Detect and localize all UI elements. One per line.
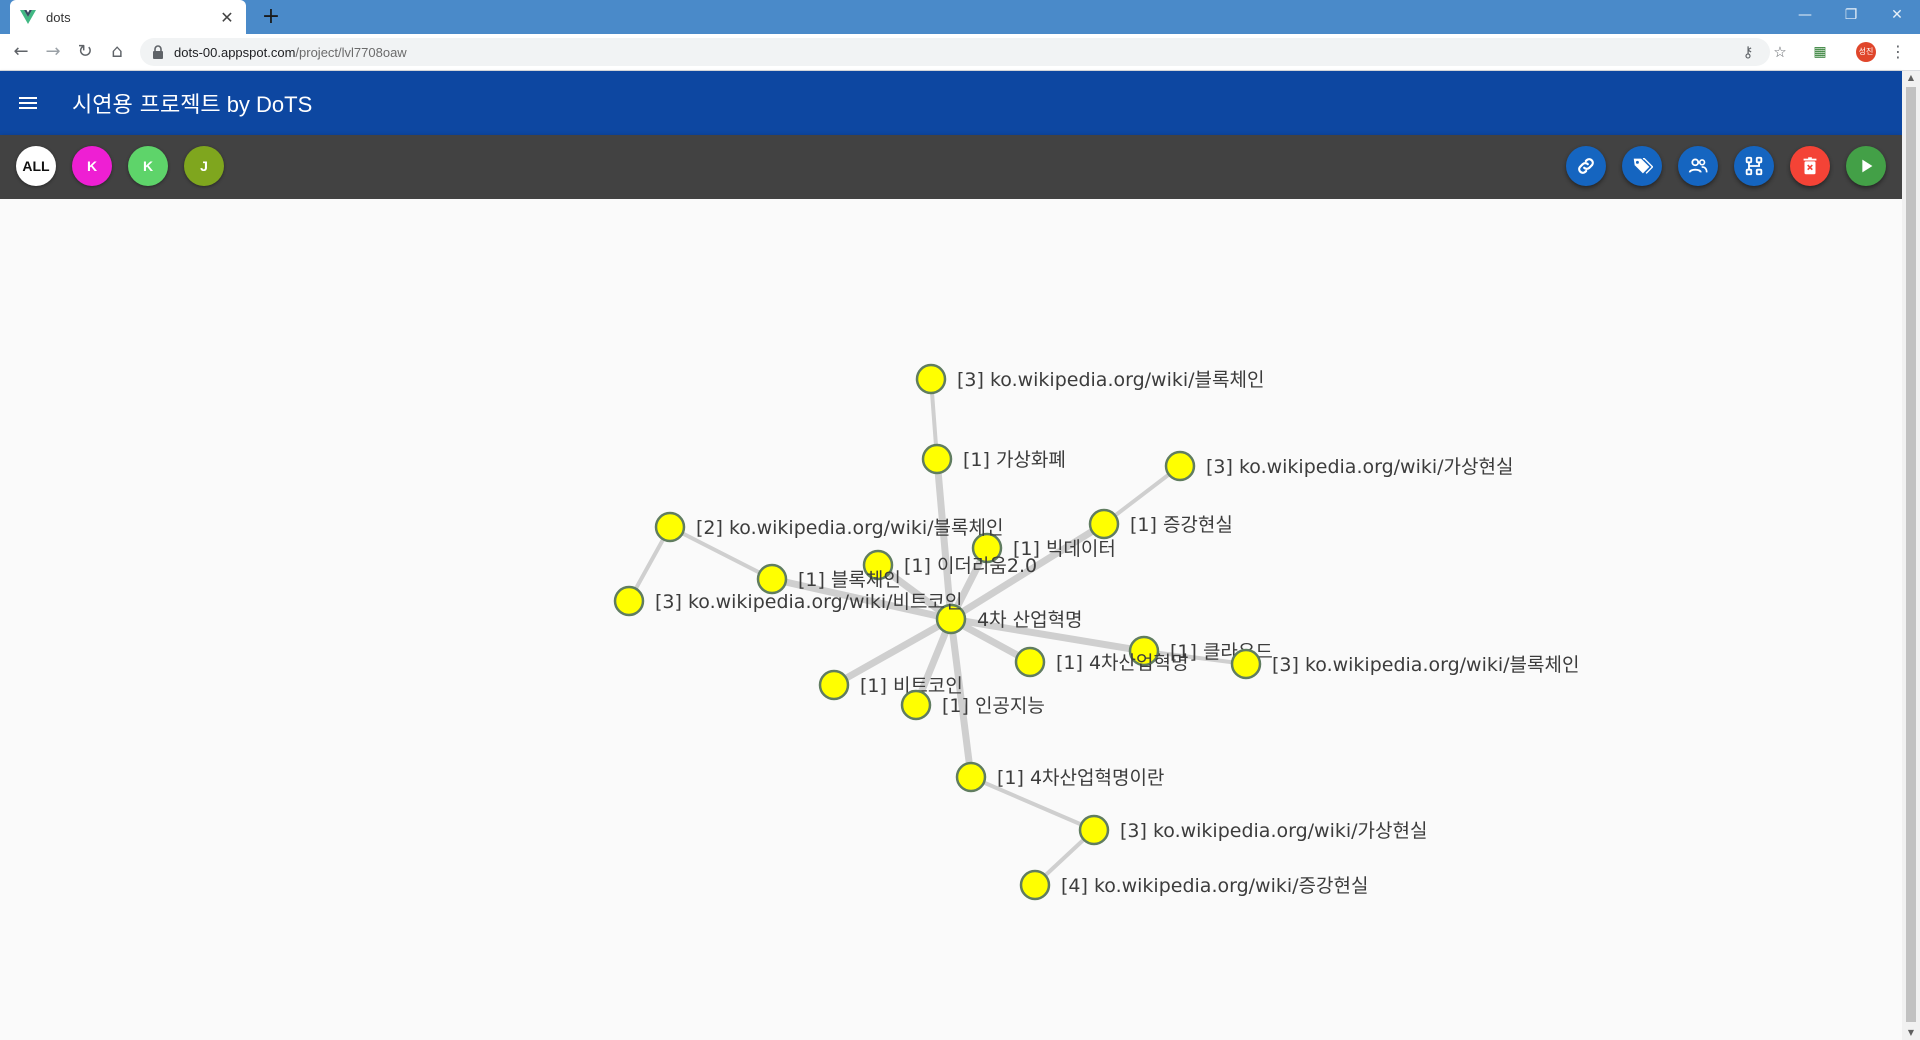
mindmap-canvas[interactable]: 4차 산업혁명 [1] 가상화폐 [3] ko.wikipedia.org/wiki… xyxy=(0,199,1902,1040)
graph-node[interactable]: [3] ko.wikipedia.org/wiki/블록체인 xyxy=(915,363,1264,395)
member-chip-k-2[interactable]: K xyxy=(128,146,168,186)
bookmark-star-icon[interactable]: ☆ xyxy=(1770,42,1790,62)
member-chip-j[interactable]: J xyxy=(184,146,224,186)
graph-node[interactable]: [1] 4차산업혁명이란 xyxy=(955,761,1164,793)
tag-icon xyxy=(1633,157,1653,174)
page-title: 시연용 프로젝트 by DoTS xyxy=(72,92,313,118)
node-circle[interactable] xyxy=(1014,646,1046,678)
node-circle[interactable] xyxy=(1078,814,1110,846)
play-button[interactable] xyxy=(1846,146,1886,186)
new-tab-button[interactable]: + xyxy=(258,4,284,30)
app-header: 시연용 프로젝트 by DoTS xyxy=(0,71,1902,135)
node-circle[interactable] xyxy=(1019,869,1051,901)
reload-icon[interactable]: ↻ xyxy=(72,39,98,65)
node-label: [1] 가상화폐 xyxy=(963,449,1066,471)
member-chip-all[interactable]: ALL xyxy=(16,146,56,186)
member-chip-k-1[interactable]: K xyxy=(72,146,112,186)
url-text: dots-00.appspot.com/project/lvl7708oaw xyxy=(174,44,407,60)
tab-title: dots xyxy=(46,9,71,25)
minimize-window-icon[interactable]: — xyxy=(1782,0,1828,30)
group-icon xyxy=(1688,158,1708,173)
member-filter-bar: ALL K K J xyxy=(0,135,1902,199)
profile-avatar[interactable]: 성진 xyxy=(1856,42,1876,62)
node-circle[interactable] xyxy=(915,363,947,395)
address-bar[interactable]: dots-00.appspot.com/project/lvl7708oaw xyxy=(140,38,1770,66)
play-icon xyxy=(1862,159,1873,173)
node-circle[interactable] xyxy=(654,511,686,543)
page-scrollbar[interactable]: ▲ ▼ xyxy=(1902,71,1920,1040)
extension-icon[interactable]: ▦ xyxy=(1810,42,1830,62)
browser-tab[interactable]: dots ✕ xyxy=(10,0,246,34)
node-circle[interactable] xyxy=(756,563,788,595)
node-circle[interactable] xyxy=(921,443,953,475)
node-label: [4] ko.wikipedia.org/wiki/증강현실 xyxy=(1061,875,1368,897)
node-label: [1] 4차산업혁명이란 xyxy=(997,767,1164,789)
home-icon[interactable]: ⌂ xyxy=(104,39,130,65)
graph-node[interactable]: [3] ko.wikipedia.org/wiki/블록체인 xyxy=(1230,648,1579,680)
browser-tabstrip: dots ✕ + — ❐ ✕ xyxy=(0,0,1920,34)
hamburger-menu-icon[interactable] xyxy=(16,91,40,115)
key-icon[interactable]: ⚷ xyxy=(1738,42,1758,62)
node-label: [1] 블록체인 xyxy=(798,569,901,591)
link-button[interactable] xyxy=(1566,146,1606,186)
node-layer: 4차 산업혁명 [1] 가상화폐 [3] ko.wikipedia.org/wiki… xyxy=(613,363,1579,901)
tag-button[interactable] xyxy=(1622,146,1662,186)
graph-node[interactable]: [3] ko.wikipedia.org/wiki/가상현실 xyxy=(1164,450,1513,482)
browser-menu-icon[interactable]: ⋮ xyxy=(1888,42,1908,62)
graph-node[interactable]: [3] ko.wikipedia.org/wiki/비트코인 xyxy=(613,585,962,617)
lock-icon xyxy=(153,45,163,59)
graph-node[interactable]: [1] 4차산업혁명 xyxy=(1014,646,1188,678)
graph-node[interactable]: [2] ko.wikipedia.org/wiki/블록체인 xyxy=(654,511,1003,543)
node-label: [1] 이더리움2.0 xyxy=(904,555,1037,577)
delete-button[interactable] xyxy=(1790,146,1830,186)
vue-logo-icon xyxy=(20,10,36,24)
link-icon xyxy=(1578,158,1594,174)
close-tab-icon[interactable]: ✕ xyxy=(218,8,236,27)
restore-window-icon[interactable]: ❐ xyxy=(1828,0,1874,30)
close-window-icon[interactable]: ✕ xyxy=(1874,0,1920,30)
back-arrow-icon[interactable]: ← xyxy=(8,39,34,65)
node-circle[interactable] xyxy=(1088,508,1120,540)
node-label: [3] ko.wikipedia.org/wiki/가상현실 xyxy=(1120,820,1427,842)
node-label: [1] 인공지능 xyxy=(942,695,1045,717)
node-label: [3] ko.wikipedia.org/wiki/블록체인 xyxy=(1272,654,1579,676)
scroll-down-arrow-icon[interactable]: ▼ xyxy=(1902,1026,1920,1040)
tree-icon xyxy=(1745,156,1763,176)
node-label: [3] ko.wikipedia.org/wiki/비트코인 xyxy=(655,591,962,613)
node-circle[interactable] xyxy=(613,585,645,617)
graph-node[interactable]: [1] 증강현실 xyxy=(1088,508,1233,540)
scroll-up-arrow-icon[interactable]: ▲ xyxy=(1902,71,1920,85)
graph-button[interactable] xyxy=(1734,146,1774,186)
browser-toolbar: ← → ↻ ⌂ dots-00.appspot.com/project/lvl7… xyxy=(0,34,1920,71)
node-label: 4차 산업혁명 xyxy=(977,609,1083,631)
graph-node[interactable]: [1] 블록체인 xyxy=(756,563,901,595)
node-circle[interactable] xyxy=(900,689,932,721)
node-circle[interactable] xyxy=(1230,648,1262,680)
node-circle[interactable] xyxy=(955,761,987,793)
scroll-thumb[interactable] xyxy=(1906,87,1916,1022)
graph-node[interactable]: [1] 가상화폐 xyxy=(921,443,1066,475)
graph-node[interactable]: [1] 인공지능 xyxy=(900,689,1045,721)
node-circle[interactable] xyxy=(818,669,850,701)
graph-node[interactable]: [3] ko.wikipedia.org/wiki/가상현실 xyxy=(1078,814,1427,846)
node-label: [1] 4차산업혁명 xyxy=(1056,652,1188,674)
node-label: [3] ko.wikipedia.org/wiki/블록체인 xyxy=(957,369,1264,391)
node-circle[interactable] xyxy=(1164,450,1196,482)
delete-icon xyxy=(1803,157,1817,175)
graph-node[interactable]: [4] ko.wikipedia.org/wiki/증강현실 xyxy=(1019,869,1368,901)
node-label: [3] ko.wikipedia.org/wiki/가상현실 xyxy=(1206,456,1513,478)
node-label: [2] ko.wikipedia.org/wiki/블록체인 xyxy=(696,517,1003,539)
forward-arrow-icon[interactable]: → xyxy=(40,39,66,65)
node-label: [1] 증강현실 xyxy=(1130,514,1233,536)
mindmap-graph[interactable]: 4차 산업혁명 [1] 가상화폐 [3] ko.wikipedia.org/wiki… xyxy=(0,199,1902,1040)
members-button[interactable] xyxy=(1678,146,1718,186)
